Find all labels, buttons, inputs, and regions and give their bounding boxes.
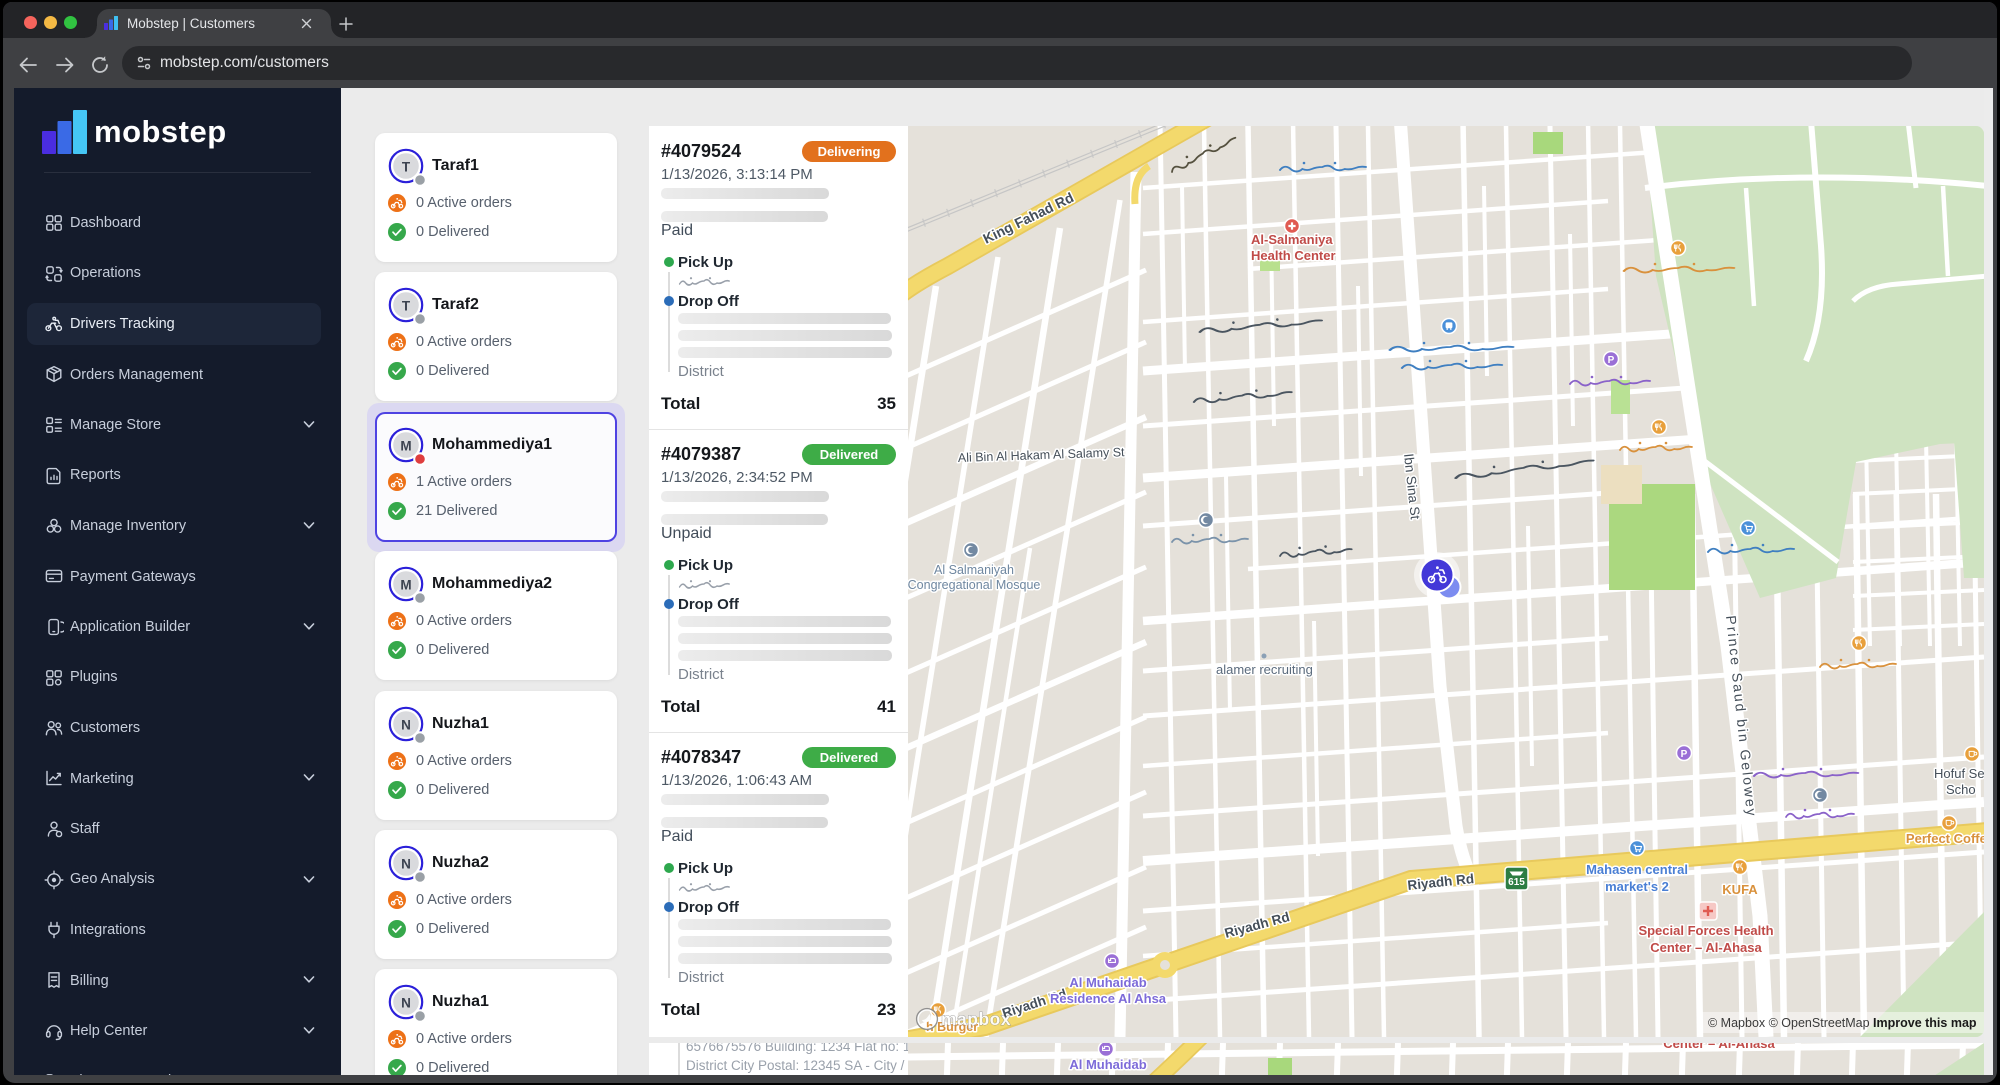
svg-text:M: M: [400, 578, 411, 593]
svg-text:KUFA: KUFA: [1722, 882, 1758, 897]
svg-text:N: N: [401, 996, 411, 1011]
svg-text:Perfect Coffee: Perfect Coffee: [1906, 831, 1984, 846]
svg-text:Al Salmaniyah: Al Salmaniyah: [934, 563, 1014, 577]
svg-text:M: M: [400, 438, 411, 453]
svg-text:Scho: Scho: [1946, 782, 1976, 797]
svg-text:T: T: [402, 160, 411, 175]
svg-text:P: P: [1608, 355, 1615, 366]
svg-text:Al Muhaidab: Al Muhaidab: [1069, 975, 1146, 990]
svg-text:Center – Al-Ahasa: Center – Al-Ahasa: [1650, 940, 1762, 955]
svg-text:Health Center: Health Center: [1251, 248, 1336, 263]
svg-text:Al-Salmaniya: Al-Salmaniya: [1251, 232, 1333, 247]
svg-text:mapbox: mapbox: [941, 1009, 1011, 1029]
svg-text:alamer recruiting: alamer recruiting: [1216, 662, 1313, 677]
svg-text:Residence Al Ahsa: Residence Al Ahsa: [1050, 991, 1167, 1006]
svg-text:Center – Al-Ahasa: Center – Al-Ahasa: [1663, 1043, 1775, 1051]
svg-text:Al Muhaidab: Al Muhaidab: [1069, 1057, 1146, 1072]
svg-text:Congregational Mosque: Congregational Mosque: [908, 578, 1040, 592]
svg-text:market's 2: market's 2: [1605, 879, 1669, 894]
svg-text:T: T: [402, 299, 411, 314]
svg-text:Special Forces Health: Special Forces Health: [1638, 923, 1773, 938]
svg-text:© Mapbox © OpenStreetMap Impro: © Mapbox © OpenStreetMap Improve this ma…: [1708, 1016, 1977, 1030]
svg-text:Hofuf Sec: Hofuf Sec: [1934, 766, 1984, 781]
svg-text:Mahasen central: Mahasen central: [1586, 862, 1688, 877]
svg-text:N: N: [401, 717, 411, 732]
svg-text:P: P: [1681, 749, 1688, 760]
svg-text:N: N: [401, 857, 411, 872]
svg-text:615: 615: [1508, 877, 1525, 888]
